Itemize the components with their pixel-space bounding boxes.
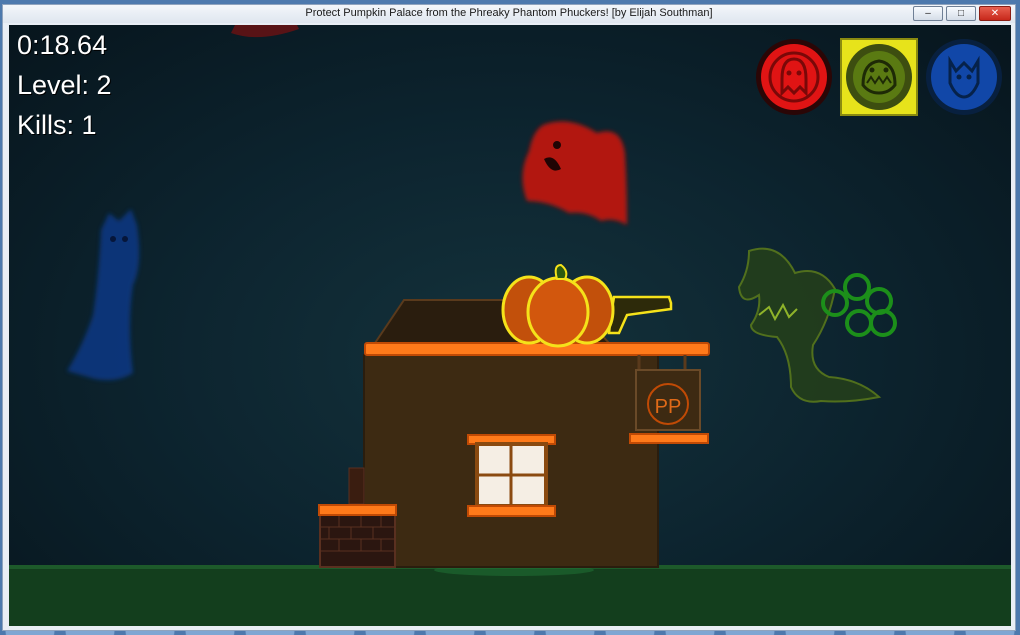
minimize-button[interactable]: – — [913, 6, 943, 21]
timer-readout: 0:18.64 — [17, 30, 108, 60]
kills-readout: Kills: 1 — [17, 110, 97, 140]
green-ghost-icon[interactable] — [839, 37, 919, 117]
window-sill — [467, 505, 556, 517]
pumpkin-palace-house: PP — [318, 299, 710, 568]
green-ghost-body — [737, 247, 882, 403]
red-ghost-icon[interactable] — [754, 37, 834, 117]
pumpkin-player[interactable] — [501, 263, 673, 348]
sign-shelf — [629, 433, 709, 444]
red-ghost[interactable] — [522, 121, 627, 225]
window-title: Protect Pumpkin Palace from the Phreaky … — [305, 7, 713, 19]
blue-ghost-icon[interactable] — [924, 37, 1004, 117]
pumpkin-gun — [607, 295, 673, 335]
roof-ledge — [364, 342, 710, 356]
level-readout: Level: 2 — [17, 70, 112, 100]
blue-ghost[interactable] — [67, 209, 140, 381]
brick-wall-cap — [318, 504, 397, 516]
game-stage[interactable]: PP 0:18.64 Level: 2 Kills: 1 — [9, 25, 1011, 626]
brick-wall — [319, 514, 396, 568]
green-ghost[interactable] — [737, 247, 897, 403]
sign-text: PP — [655, 396, 682, 418]
pumpkin-stem — [554, 263, 568, 280]
red-ghost-body — [522, 121, 627, 225]
title-bar[interactable]: Protect Pumpkin Palace from the Phreaky … — [3, 5, 1015, 23]
red-ghost-offscreen[interactable] — [231, 25, 299, 38]
close-button[interactable]: ✕ — [979, 6, 1011, 21]
chimney — [348, 467, 365, 505]
maximize-button[interactable]: □ — [946, 6, 976, 21]
blue-ghost-body — [67, 209, 140, 381]
game-window: Protect Pumpkin Palace from the Phreaky … — [2, 4, 1016, 631]
pumpkin-body — [526, 276, 590, 348]
